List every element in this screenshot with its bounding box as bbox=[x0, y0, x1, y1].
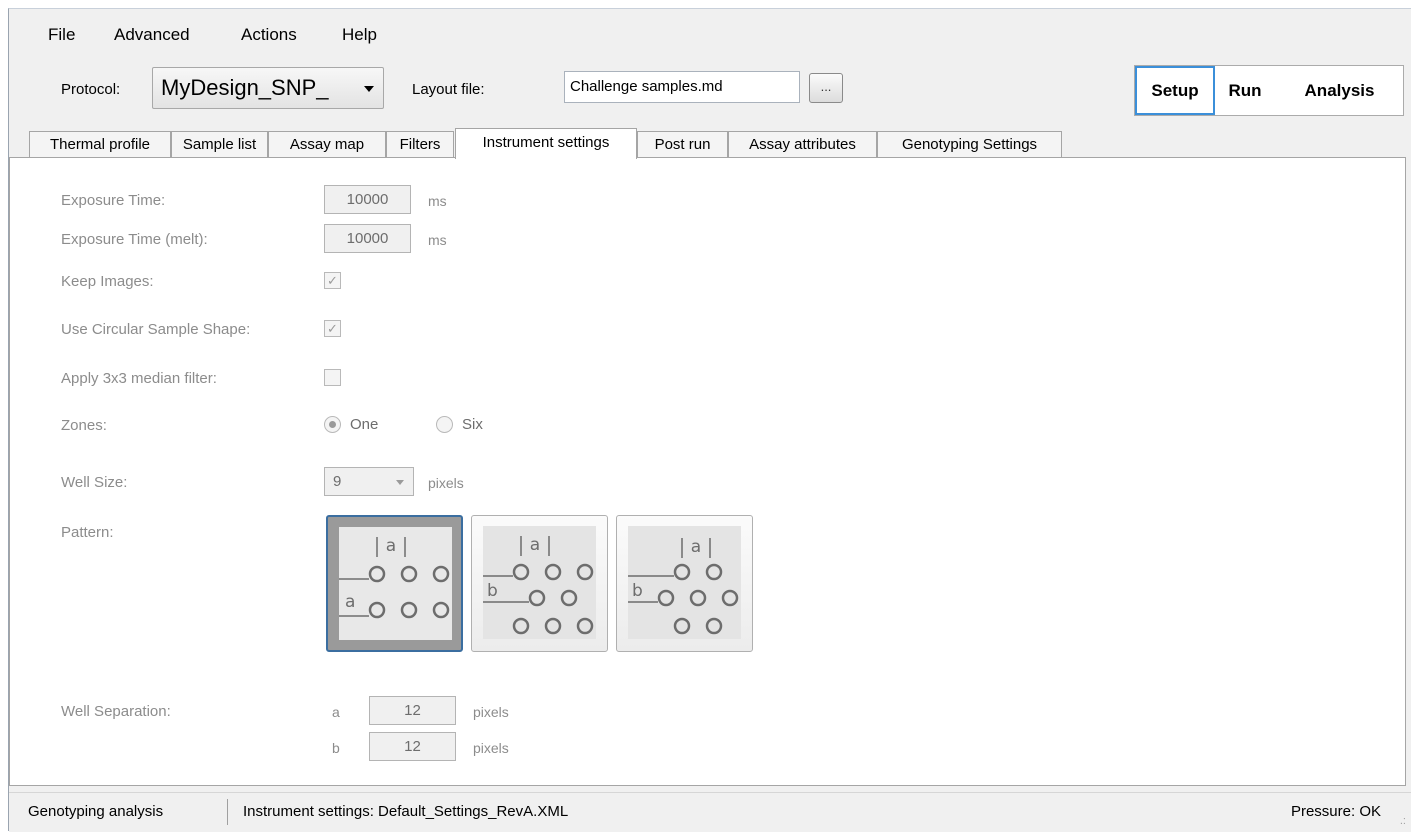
protocol-label: Protocol: bbox=[61, 81, 121, 98]
main-window: File Advanced Actions Help Protocol: MyD… bbox=[8, 8, 1411, 832]
status-bar: Genotyping analysis Instrument settings:… bbox=[9, 792, 1411, 832]
menu-actions[interactable]: Actions bbox=[241, 25, 297, 45]
resize-grip-icon[interactable]: .: bbox=[1400, 816, 1406, 827]
tab-sample-list[interactable]: Sample list bbox=[171, 131, 268, 158]
pattern-glyph-a: a bbox=[691, 537, 701, 557]
status-instrument-settings: Instrument settings: Default_Settings_Re… bbox=[243, 803, 569, 820]
menu-bar: File Advanced Actions Help bbox=[9, 9, 1411, 45]
exposure-time-melt-unit: ms bbox=[428, 232, 447, 248]
menu-file[interactable]: File bbox=[48, 25, 75, 45]
run-button[interactable]: Run bbox=[1215, 66, 1275, 115]
chevron-down-icon bbox=[364, 86, 374, 92]
radio-dot-icon bbox=[329, 421, 336, 428]
zones-six-radio[interactable] bbox=[436, 416, 453, 433]
well-separation-a-input[interactable]: 12 bbox=[369, 696, 456, 725]
exposure-time-unit: ms bbox=[428, 193, 447, 209]
setup-button[interactable]: Setup bbox=[1135, 66, 1215, 115]
tab-instrument-settings[interactable]: Instrument settings bbox=[455, 128, 637, 159]
tab-filters[interactable]: Filters bbox=[386, 131, 454, 158]
exposure-time-melt-input[interactable]: 10000 bbox=[324, 224, 411, 253]
pattern-glyph-b: b bbox=[487, 581, 498, 601]
well-size-unit: pixels bbox=[428, 475, 464, 491]
tab-post-run[interactable]: Post run bbox=[637, 131, 728, 158]
zones-six-label: Six bbox=[462, 416, 483, 433]
checkmark-icon: ✓ bbox=[327, 273, 338, 288]
pattern-glyph-a: a bbox=[386, 536, 396, 556]
zones-one-radio[interactable] bbox=[324, 416, 341, 433]
well-separation-b-input[interactable]: 12 bbox=[369, 732, 456, 761]
tab-genotyping-settings[interactable]: Genotyping Settings bbox=[877, 131, 1062, 158]
zones-label: Zones: bbox=[61, 417, 107, 434]
median-filter-checkbox[interactable] bbox=[324, 369, 341, 386]
well-separation-a-unit: pixels bbox=[473, 704, 509, 720]
protocol-value: MyDesign_SNP_ bbox=[161, 75, 329, 100]
status-mode: Genotyping analysis bbox=[28, 803, 164, 820]
keep-images-checkbox[interactable]: ✓ bbox=[324, 272, 341, 289]
median-filter-label: Apply 3x3 median filter: bbox=[61, 370, 217, 387]
mode-switcher: Setup Run Analysis bbox=[1134, 65, 1404, 116]
menu-advanced[interactable]: Advanced bbox=[114, 25, 190, 45]
well-separation-b-unit: pixels bbox=[473, 740, 509, 756]
well-size-dropdown[interactable]: 9 bbox=[324, 467, 414, 496]
layout-file-input[interactable]: Challenge samples.md bbox=[564, 71, 800, 103]
tab-assay-attributes[interactable]: Assay attributes bbox=[728, 131, 877, 158]
well-separation-a-label: a bbox=[332, 704, 340, 720]
status-divider bbox=[227, 799, 228, 825]
well-separation-b-label: b bbox=[332, 740, 340, 756]
pattern-staggered-icon: a b bbox=[628, 526, 741, 639]
pattern-square-button[interactable]: a a bbox=[326, 515, 463, 652]
well-separation-label: Well Separation: bbox=[61, 703, 171, 720]
pattern-offset-icon: a b bbox=[483, 526, 596, 639]
chevron-down-icon bbox=[396, 480, 404, 485]
instrument-settings-panel: Exposure Time: 10000 ms Exposure Time (m… bbox=[9, 157, 1406, 786]
tab-strip: Thermal profile Sample list Assay map Fi… bbox=[9, 128, 1411, 159]
exposure-time-input[interactable]: 10000 bbox=[324, 185, 411, 214]
pattern-offset-button[interactable]: a b bbox=[471, 515, 608, 652]
exposure-time-melt-label: Exposure Time (melt): bbox=[61, 231, 208, 248]
zones-one-label: One bbox=[350, 416, 379, 433]
pattern-glyph-b: b bbox=[632, 581, 643, 601]
tab-assay-map[interactable]: Assay map bbox=[268, 131, 386, 158]
pattern-label: Pattern: bbox=[61, 524, 114, 541]
pattern-glyph-a: a bbox=[345, 592, 355, 612]
keep-images-label: Keep Images: bbox=[61, 273, 154, 290]
well-size-value: 9 bbox=[333, 473, 342, 490]
layout-file-label: Layout file: bbox=[412, 81, 485, 98]
exposure-time-label: Exposure Time: bbox=[61, 192, 166, 209]
browse-button[interactable]: ... bbox=[809, 73, 843, 103]
tab-thermal-profile[interactable]: Thermal profile bbox=[29, 131, 171, 158]
circular-shape-checkbox[interactable]: ✓ bbox=[324, 320, 341, 337]
checkmark-icon: ✓ bbox=[327, 321, 338, 336]
pattern-staggered-button[interactable]: a b bbox=[616, 515, 753, 652]
analysis-button[interactable]: Analysis bbox=[1277, 66, 1402, 115]
circular-shape-label: Use Circular Sample Shape: bbox=[61, 321, 251, 338]
well-size-label: Well Size: bbox=[61, 474, 128, 491]
pattern-glyph-a: a bbox=[530, 535, 540, 555]
protocol-dropdown[interactable]: MyDesign_SNP_ bbox=[152, 67, 384, 109]
menu-help[interactable]: Help bbox=[342, 25, 377, 45]
pattern-square-icon: a a bbox=[339, 527, 452, 640]
status-pressure: Pressure: OK bbox=[1290, 803, 1381, 820]
